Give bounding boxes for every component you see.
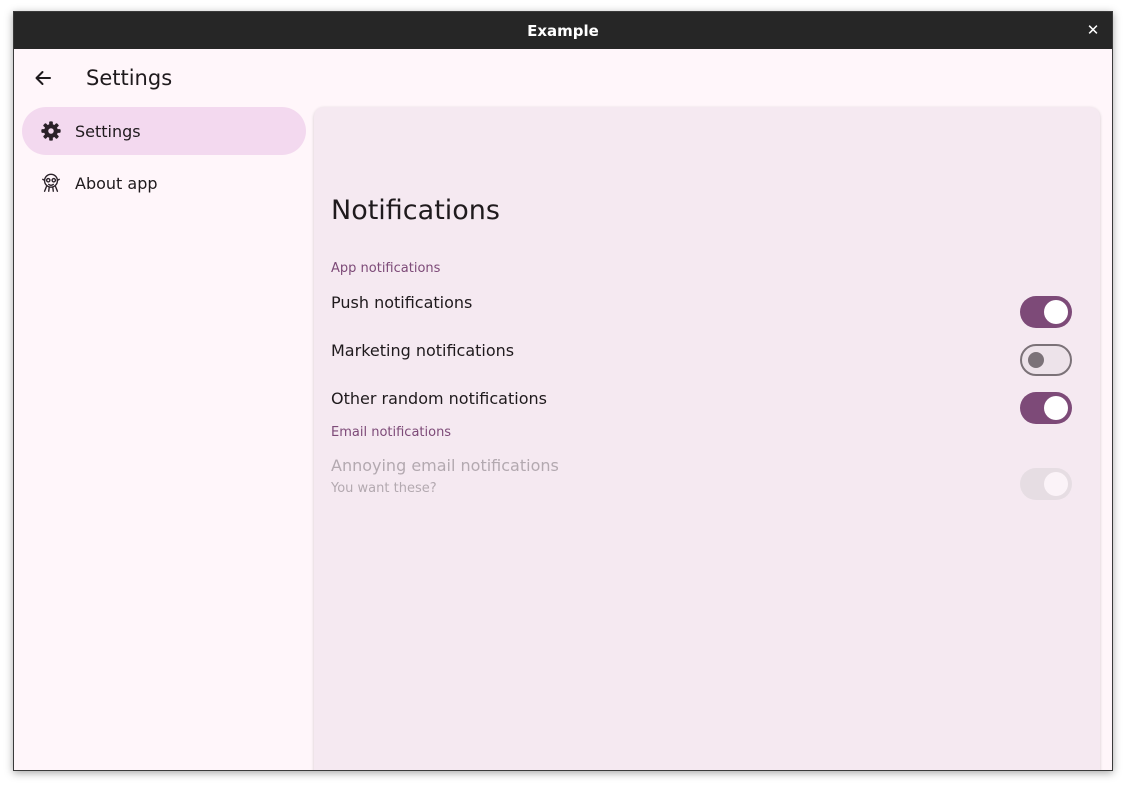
push-notifications-label: Push notifications bbox=[331, 293, 473, 312]
toggle-knob bbox=[1028, 352, 1044, 368]
back-button[interactable] bbox=[28, 63, 58, 93]
close-icon[interactable]: ✕ bbox=[1084, 21, 1102, 39]
toggle-knob bbox=[1044, 396, 1068, 420]
window-title: Example bbox=[527, 21, 599, 40]
sidebar-item-about-app[interactable]: About app bbox=[22, 159, 306, 207]
toggle-knob bbox=[1044, 472, 1068, 496]
sidebar-item-label: About app bbox=[75, 173, 158, 193]
header-bar: Settings bbox=[14, 49, 1112, 107]
annoying-email-notifications-toggle bbox=[1020, 468, 1072, 500]
app-info-icon bbox=[39, 171, 63, 195]
sidebar-item-label: Settings bbox=[75, 121, 141, 141]
app-window: Example ✕ Settings Settings About app No… bbox=[13, 11, 1113, 771]
settings-panel: Notifications App notifications Push not… bbox=[314, 107, 1100, 770]
other-random-notifications-label: Other random notifications bbox=[331, 389, 547, 408]
group-label-email-notifications: Email notifications bbox=[331, 425, 452, 440]
group-label-app-notifications: App notifications bbox=[331, 261, 441, 276]
arrow-left-icon bbox=[35, 71, 51, 85]
marketing-notifications-label: Marketing notifications bbox=[331, 341, 515, 360]
gear-icon bbox=[39, 119, 63, 143]
page-title: Settings bbox=[86, 66, 173, 90]
title-bar: Example ✕ bbox=[14, 12, 1112, 49]
marketing-notifications-toggle[interactable] bbox=[1020, 344, 1072, 376]
sidebar-item-settings[interactable]: Settings bbox=[22, 107, 306, 155]
section-title: Notifications bbox=[331, 195, 500, 226]
other-random-notifications-toggle[interactable] bbox=[1020, 392, 1072, 424]
annoying-email-notifications-label: Annoying email notifications bbox=[331, 456, 559, 475]
sidebar: Settings About app bbox=[22, 107, 306, 211]
annoying-email-notifications-sublabel: You want these? bbox=[331, 481, 437, 496]
toggle-knob bbox=[1044, 300, 1068, 324]
push-notifications-toggle[interactable] bbox=[1020, 296, 1072, 328]
